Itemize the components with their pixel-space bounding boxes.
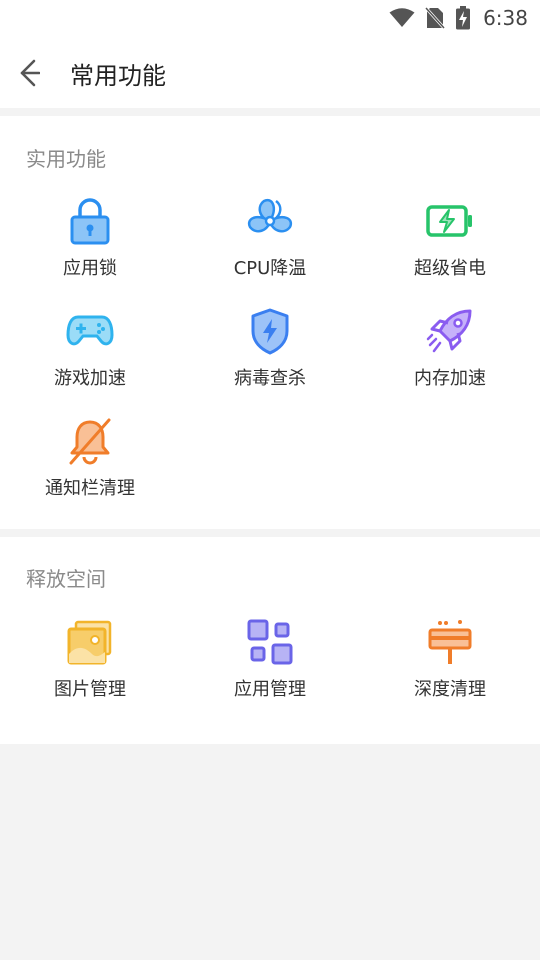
wifi-icon <box>389 8 415 27</box>
status-bar: 6:38 <box>0 0 540 36</box>
rocket-icon <box>425 306 475 356</box>
notification-cleanup-item[interactable]: 通知栏清理 <box>0 416 180 516</box>
app-lock-item[interactable]: 应用锁 <box>0 196 180 296</box>
battery-bolt-icon <box>425 196 475 246</box>
utility-section: 实用功能 应用锁 CPU降温 超级省电 游戏加速 病毒查杀 内存加速 通知栏清理 <box>0 116 540 529</box>
memory-boost-item[interactable]: 内存加速 <box>360 306 540 406</box>
page-title: 常用功能 <box>70 62 166 90</box>
item-label: 图片管理 <box>54 679 126 700</box>
item-label: 应用管理 <box>234 679 306 700</box>
status-icons: 6:38 <box>389 6 528 30</box>
photo-management-item[interactable]: 图片管理 <box>0 617 180 717</box>
app-bar: 常用功能 <box>0 36 540 108</box>
apps-grid-icon <box>245 617 295 667</box>
fan-icon <box>245 196 295 246</box>
lock-icon <box>65 196 115 246</box>
item-label: 病毒查杀 <box>234 368 306 389</box>
bell-off-icon <box>65 416 115 466</box>
super-power-saving-item[interactable]: 超级省电 <box>360 196 540 296</box>
item-label: 通知栏清理 <box>45 478 135 499</box>
no-sim-icon <box>425 7 446 29</box>
item-label: 超级省电 <box>414 258 486 279</box>
shield-icon <box>245 306 295 356</box>
battery-charging-icon <box>456 6 471 30</box>
image-icon <box>65 617 115 667</box>
back-button[interactable] <box>14 58 44 88</box>
item-label: 游戏加速 <box>54 368 126 389</box>
item-label: 深度清理 <box>414 679 486 700</box>
virus-scan-item[interactable]: 病毒查杀 <box>180 306 360 406</box>
item-label: CPU降温 <box>233 258 307 279</box>
game-boost-item[interactable]: 游戏加速 <box>0 306 180 406</box>
cpu-cooling-item[interactable]: CPU降温 <box>180 196 360 296</box>
section-title-free-space: 释放空间 <box>26 567 106 591</box>
status-time: 6:38 <box>483 6 528 30</box>
free-space-section: 释放空间 图片管理 应用管理 深度清理 <box>0 537 540 744</box>
item-label: 应用锁 <box>63 258 117 279</box>
gamepad-icon <box>65 306 115 356</box>
deep-clean-item[interactable]: 深度清理 <box>360 617 540 717</box>
back-arrow-icon <box>20 59 40 87</box>
section-title-utility: 实用功能 <box>26 147 106 171</box>
item-label: 内存加速 <box>414 368 486 389</box>
broom-icon <box>425 617 475 667</box>
app-management-item[interactable]: 应用管理 <box>180 617 360 717</box>
